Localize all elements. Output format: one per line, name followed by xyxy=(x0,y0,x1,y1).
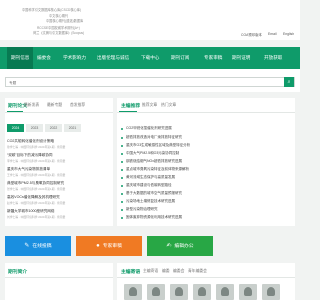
year-tab-2022[interactable]: 2022 xyxy=(45,124,62,132)
topic-item[interactable]: 污染场地土壤修复技术研究进展 xyxy=(126,199,175,204)
nav-open-access[interactable]: 开放获取 xyxy=(264,47,282,69)
article-meta: 王学仁等 · 中国环境科学 2024年第1期 · 查阅量 xyxy=(7,173,66,177)
expert-review-button[interactable]: ● 专家审稿 xyxy=(76,236,142,256)
search-button[interactable]: ⌕ xyxy=(284,77,294,87)
topic-bullet xyxy=(121,128,123,130)
article-title[interactable]: “双碳”目标下的减污降碳协同 xyxy=(7,153,53,158)
indexing-line-5: 荷兰《文摘与引文数据库》(Scopus) xyxy=(33,31,85,35)
topic-bullet xyxy=(121,217,123,219)
editor-photo[interactable] xyxy=(170,284,188,300)
topic-bullet xyxy=(121,185,123,187)
coa-link[interactable]: COA预印版本 xyxy=(241,32,262,37)
topic-item[interactable]: 中国大气PM2.5和O3污染协同控制 xyxy=(126,151,179,156)
intro-divider xyxy=(5,277,113,278)
editor-photo[interactable] xyxy=(193,284,211,300)
topic-item[interactable]: 固体废弃物资源化利用技术研究进展 xyxy=(126,215,182,220)
nav-review[interactable]: 专家审稿 xyxy=(204,47,222,69)
nav-download[interactable]: 下载中心 xyxy=(141,47,159,69)
english-link[interactable]: English xyxy=(283,32,294,36)
nav-journal-info[interactable]: 期刊信息 xyxy=(7,47,34,69)
editor-photo[interactable] xyxy=(262,284,280,300)
editor-office-label: 编辑办公 xyxy=(174,244,194,249)
year-tab-2023[interactable]: 2023 xyxy=(26,124,43,132)
article-meta: 张学仁等 · 中国环境科学 2024年第1期 · 查阅量 xyxy=(7,187,66,191)
search-input[interactable] xyxy=(9,79,249,86)
topics-title: 主编推荐 xyxy=(121,104,141,109)
editor-tab-young-board[interactable]: 青年编委会 xyxy=(188,269,207,274)
topic-item[interactable]: 黄河流域生态保护与高质量发展 xyxy=(126,175,175,180)
editor-photo[interactable] xyxy=(239,284,257,300)
article-title[interactable]: 重庆市大气污染物排放清单 xyxy=(7,167,50,172)
topic-item[interactable]: 重点城市臭氧污染特征及前体物来源解析 xyxy=(126,167,189,172)
intro-title: 期刊简介 xyxy=(8,270,28,275)
year-tab-2021[interactable]: 2021 xyxy=(64,124,81,132)
topic-bullet xyxy=(121,161,123,163)
online-submission-button[interactable]: ✎ 在线投稿 xyxy=(5,236,71,256)
indexing-line-4: RCCSE中国权威学术期刊(A+) xyxy=(37,26,80,30)
article-meta: 李学仁等 · 中国环境科学 2024年第1期 · 查阅量 xyxy=(7,159,66,163)
year-tab-2024[interactable]: 2024 xyxy=(7,124,24,132)
expert-review-label: 专家审稿 xyxy=(102,244,122,249)
topics-tab-recommended[interactable]: 推荐文章 xyxy=(142,103,157,108)
topic-bullet xyxy=(121,209,123,211)
editor-panel-title: 主编寄语 xyxy=(121,270,141,275)
editor-office-button[interactable]: ✍ 编辑办公 xyxy=(147,236,213,256)
topics-tab-popular[interactable]: 热门文章 xyxy=(161,103,176,108)
email-link[interactable]: Email xyxy=(268,32,276,36)
editor-photo[interactable] xyxy=(124,284,142,300)
article-meta: 徐学仁等 · 中国环境科学 2024年第1期 · 查阅量 xyxy=(7,145,66,149)
user-icon: ● xyxy=(96,243,100,249)
topic-item[interactable]: 基于大数据的城市空气质量预报研究 xyxy=(126,191,182,196)
nav-subscribe[interactable]: 期刊订阅 xyxy=(171,47,189,69)
article-title[interactable]: 典型城市PM2.5与臭氧协同控制研究 xyxy=(7,181,64,186)
papers-tab-featured[interactable]: 首发推荐 xyxy=(70,103,85,108)
topic-bullet xyxy=(121,177,123,179)
topic-bullet xyxy=(121,193,123,195)
search-box: ⌕ xyxy=(5,77,295,87)
nav-editorial-board[interactable]: 编委会 xyxy=(37,47,51,69)
topic-item[interactable]: 超低排放改造对电厂汞排放特征研究 xyxy=(126,135,182,140)
editor-tab-board[interactable]: 编委会 xyxy=(173,269,184,274)
topic-item[interactable]: 新型污染物治理研究 xyxy=(126,207,158,212)
editor-photo[interactable] xyxy=(216,284,234,300)
article-title[interactable]: 高效VOCs催化降解及其机理研究 xyxy=(7,195,60,200)
pen-icon: ✎ xyxy=(24,243,30,249)
papers-tab-latest[interactable]: 最新发表 xyxy=(24,103,39,108)
main-nav: 期刊信息 编委会 学术影响力 出版伦理与诚信 下载中心 期刊订阅 专家审稿 期刊… xyxy=(0,47,300,69)
article-title[interactable]: 新疆大学城市1000座研究网络 xyxy=(7,209,55,214)
online-submission-label: 在线投稿 xyxy=(32,244,52,249)
topic-bullet xyxy=(121,145,123,147)
indexing-line-3: 中国核心期刊(遴选)数据库 xyxy=(46,19,84,23)
article-meta: 刘学仁等 · 中国环境科学 2024年第1期 · 查阅量 xyxy=(7,215,66,219)
topic-bullet xyxy=(121,169,123,171)
papers-divider xyxy=(5,112,113,113)
topic-item[interactable]: 钢铁烧结烟气NOx超低排放研究进展 xyxy=(126,159,182,164)
topics-divider xyxy=(117,112,295,113)
article-title[interactable]: CO2共轭转化催化剂设计策略 xyxy=(7,139,54,144)
article-meta: 赵学仁等 · 中国环境科学 2024年第1期 · 查阅量 xyxy=(7,201,66,205)
topic-item[interactable]: 重庆城市建设与低碳转型路径 xyxy=(126,183,172,188)
nav-impact[interactable]: 学术影响力 xyxy=(63,47,86,69)
topic-bullet xyxy=(121,153,123,155)
indexing-line-2: 中文核心期刊 xyxy=(49,14,69,18)
topic-bullet xyxy=(121,201,123,203)
editor-photo[interactable] xyxy=(147,284,165,300)
topic-item[interactable]: 重庆市O3生成敏感性区域及典型特征分析 xyxy=(126,143,190,148)
papers-title-underline xyxy=(7,111,23,112)
papers-tab-topic[interactable]: 最新专题 xyxy=(47,103,62,108)
topic-bullet xyxy=(121,137,123,139)
topic-item[interactable]: CO2甲烷化氢催化剂研究进展 xyxy=(126,126,172,131)
edit-icon: ✍ xyxy=(166,243,172,249)
nav-certificate[interactable]: 期刊证明 xyxy=(232,47,250,69)
editor-divider xyxy=(117,277,295,278)
nav-ethics[interactable]: 出版伦理与诚信 xyxy=(97,47,129,69)
editor-tab-editors[interactable]: 编委 xyxy=(162,269,170,274)
topics-title-underline xyxy=(119,111,137,112)
search-icon: ⌕ xyxy=(287,79,291,85)
indexing-line-1: 中国科学引文数据库核心库(CSCD核心库) xyxy=(22,8,81,12)
editor-tab-message[interactable]: 主编寄语 xyxy=(143,269,158,274)
